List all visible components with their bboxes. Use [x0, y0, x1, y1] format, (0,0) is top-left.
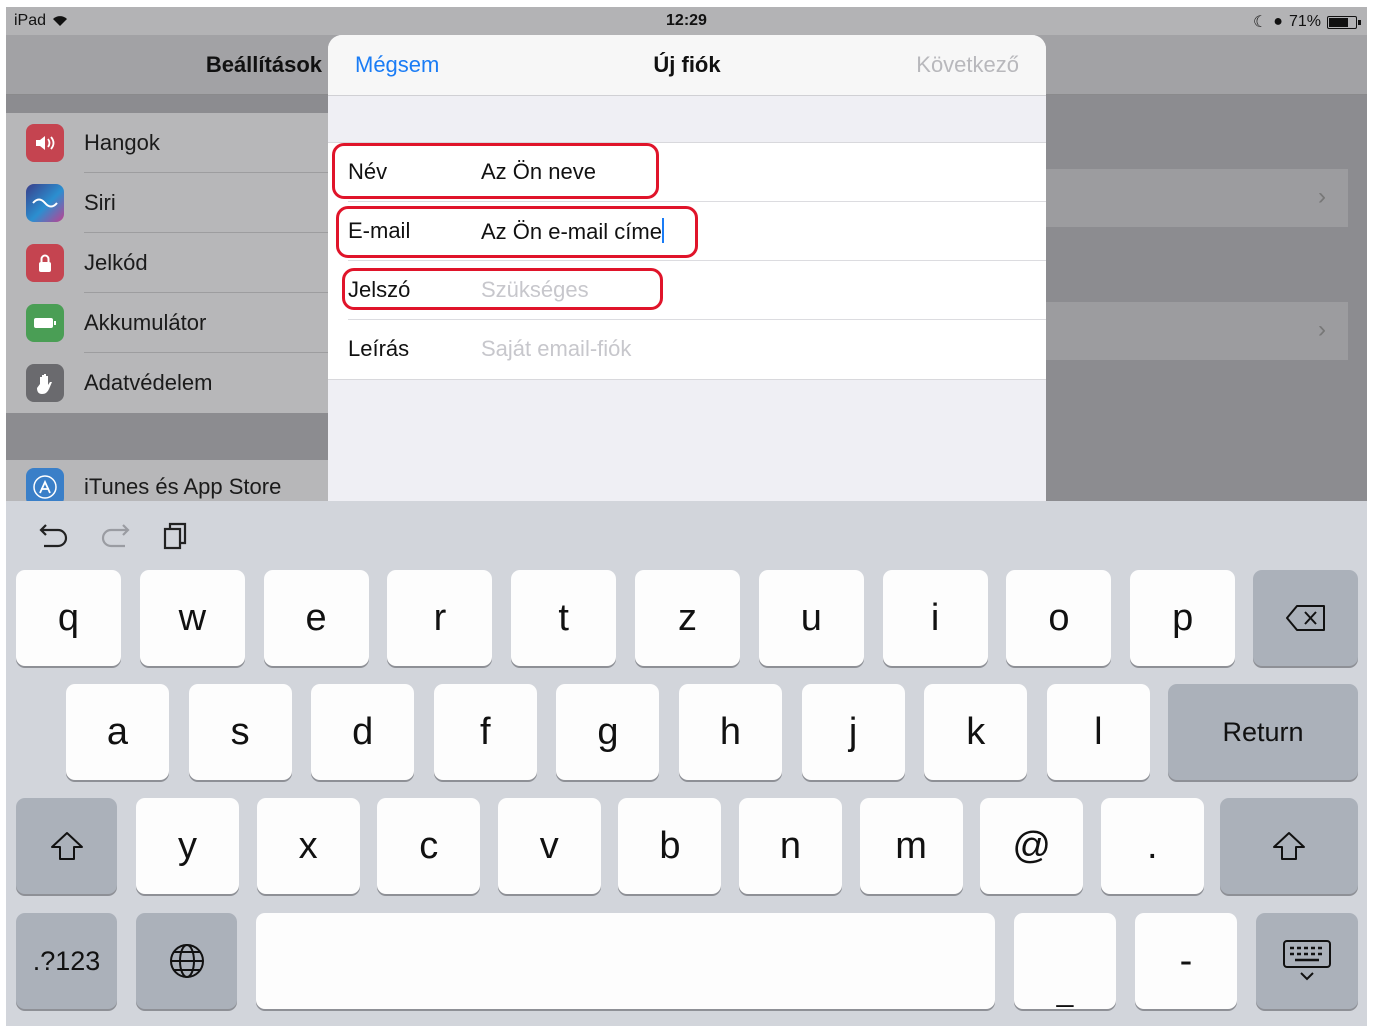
key-at[interactable]: @: [980, 798, 1084, 894]
key-f[interactable]: f: [433, 684, 537, 780]
key-underscore[interactable]: _: [1014, 913, 1116, 1009]
settings-item-label: iTunes és App Store: [84, 474, 282, 499]
undo-icon[interactable]: [38, 521, 70, 557]
hide-keyboard-key[interactable]: [1256, 913, 1358, 1009]
key-a[interactable]: a: [66, 684, 169, 780]
key-j[interactable]: j: [801, 684, 905, 780]
siri-icon: [26, 184, 64, 222]
status-bar: iPad 12:29 ☾ ● 71%: [6, 7, 1367, 35]
key-dash[interactable]: -: [1135, 913, 1237, 1009]
key-l[interactable]: l: [1046, 684, 1150, 780]
detail-cell: ›: [1028, 302, 1348, 360]
shift-key-left[interactable]: [16, 798, 117, 894]
clock: 12:29: [666, 12, 707, 29]
settings-item-battery[interactable]: Akkumulátor: [6, 293, 328, 353]
onscreen-keyboard: q w e r t z u i o p a s d f g h j k l Return y x c v b n m @. .?123 _…: [6, 501, 1367, 1026]
settings-sidebar: Beállítások Hangok Siri Jelkód Akkumulát…: [6, 35, 328, 514]
key-d[interactable]: d: [311, 684, 415, 780]
key-s[interactable]: s: [188, 684, 292, 780]
key-e[interactable]: e: [263, 570, 369, 666]
key-k[interactable]: k: [924, 684, 1028, 780]
key-p[interactable]: p: [1130, 570, 1236, 666]
key-v[interactable]: v: [497, 798, 601, 894]
alarm-icon: ●: [1273, 13, 1283, 30]
key-o[interactable]: o: [1006, 570, 1112, 666]
chevron-right-icon: ›: [1318, 183, 1326, 210]
numbers-key[interactable]: .?123: [16, 913, 117, 1009]
battery-percent: 71%: [1288, 13, 1321, 30]
detail-cell: ›: [1028, 169, 1348, 227]
key-b[interactable]: b: [618, 798, 722, 894]
key-c[interactable]: c: [377, 798, 481, 894]
settings-item-siri[interactable]: Siri: [6, 173, 328, 233]
email-highlight-box: [336, 206, 698, 258]
settings-group: Hangok Siri Jelkód Akkumulátor Adatvédel…: [6, 113, 328, 413]
speaker-icon: [26, 124, 64, 162]
settings-item-label: Hangok: [84, 130, 160, 155]
key-u[interactable]: u: [758, 570, 864, 666]
settings-item-label: Adatvédelem: [84, 370, 213, 395]
paste-icon[interactable]: [162, 521, 190, 559]
settings-item-privacy[interactable]: Adatvédelem: [6, 353, 328, 413]
key-x[interactable]: x: [256, 798, 360, 894]
moon-icon: ☾: [1252, 14, 1268, 31]
keyboard-shortcut-bar: [6, 501, 1367, 571]
globe-key[interactable]: [136, 913, 237, 1009]
settings-item-label: Siri: [84, 190, 116, 215]
password-highlight-box: [342, 268, 663, 310]
key-m[interactable]: m: [859, 798, 963, 894]
settings-item-sounds[interactable]: Hangok: [6, 113, 328, 173]
shift-key-right[interactable]: [1220, 798, 1358, 894]
key-w[interactable]: w: [139, 570, 245, 666]
globe-icon: [169, 944, 204, 978]
key-i[interactable]: i: [882, 570, 988, 666]
lock-icon: [26, 244, 64, 282]
space-bar[interactable]: [256, 913, 995, 1009]
chevron-right-icon: ›: [1318, 316, 1326, 343]
key-period[interactable]: .: [1100, 798, 1204, 894]
key-n[interactable]: n: [739, 798, 842, 894]
shift-icon: [50, 832, 83, 860]
key-t[interactable]: t: [511, 570, 617, 666]
next-button[interactable]: Következő: [916, 52, 1019, 78]
backspace-icon: [1285, 605, 1325, 631]
settings-item-label: Akkumulátor: [84, 310, 207, 335]
backspace-key[interactable]: [1253, 570, 1358, 666]
ipad-screen: iPad 12:29 ☾ ● 71% Beállítások Hangok Si…: [6, 7, 1367, 1026]
description-field[interactable]: Leírás Saját email-fiók: [328, 320, 1046, 379]
name-highlight-box: [332, 143, 659, 199]
battery-icon: [1327, 15, 1361, 29]
hand-icon: [26, 364, 64, 402]
key-h[interactable]: h: [679, 684, 782, 780]
settings-item-passcode[interactable]: Jelkód: [6, 233, 328, 293]
settings-title: Beállítások: [205, 52, 322, 77]
key-g[interactable]: g: [556, 684, 660, 780]
keyboard-dismiss-icon: [1283, 940, 1331, 981]
settings-item-label: Jelkód: [84, 250, 148, 275]
description-input[interactable]: Saját email-fiók: [481, 336, 631, 362]
settings-nav-bar: Beállítások: [6, 35, 328, 95]
key-r[interactable]: r: [387, 570, 493, 666]
battery-icon: [26, 304, 64, 342]
shift-icon: [1273, 832, 1305, 860]
return-key[interactable]: Return: [1168, 684, 1358, 780]
key-z[interactable]: z: [635, 570, 740, 666]
redo-icon[interactable]: [99, 521, 131, 557]
key-y[interactable]: y: [136, 798, 239, 894]
key-q[interactable]: q: [16, 570, 121, 666]
sheet-nav-bar: Mégsem Új fiók Következő: [328, 35, 1046, 96]
field-label: Leírás: [348, 336, 410, 361]
